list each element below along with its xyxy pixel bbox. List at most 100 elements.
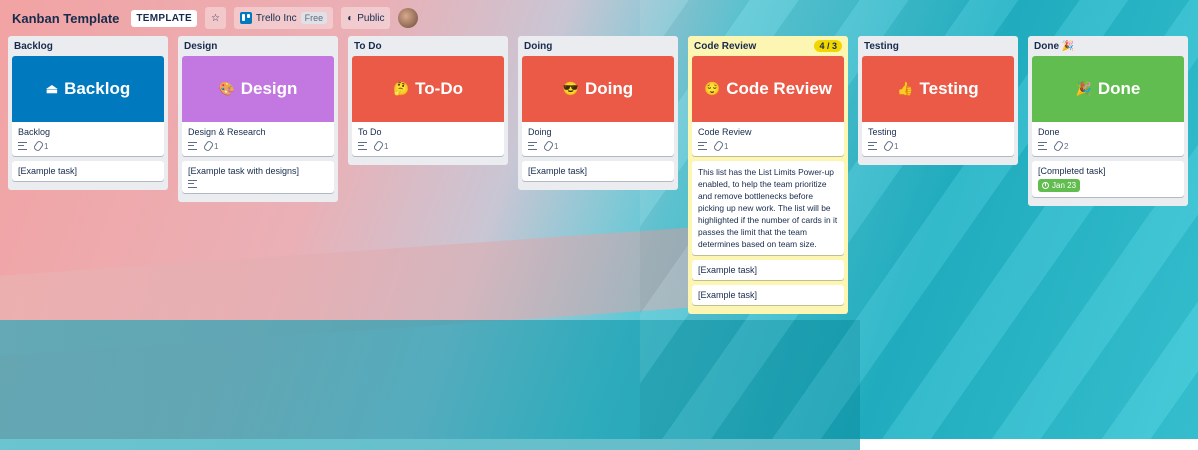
list-header[interactable]: Design bbox=[182, 36, 334, 56]
attachment-badge: 1 bbox=[372, 139, 388, 153]
description-card[interactable]: This list has the List Limits Power-up e… bbox=[692, 161, 844, 255]
list-header[interactable]: Done 🎉 bbox=[1032, 36, 1184, 56]
card-body: Testing 1 bbox=[862, 122, 1014, 156]
list-done: Done 🎉 🎉 Done Done 2 [Completed task] Jan 23 bbox=[1028, 36, 1188, 206]
attachment-badge: 2 bbox=[1052, 139, 1069, 153]
list-header[interactable]: Backlog bbox=[12, 36, 164, 56]
cover-card[interactable]: 🎨 Design Design & Research 1 bbox=[182, 56, 334, 156]
card-badges: 2 bbox=[1038, 139, 1178, 153]
attachment-count: 1 bbox=[214, 141, 219, 151]
cover-card[interactable]: 🎉 Done Done 2 bbox=[1032, 56, 1184, 156]
card-body: To Do 1 bbox=[352, 122, 504, 156]
list-title[interactable]: Doing bbox=[524, 41, 552, 52]
card-cover: 🎉 Done bbox=[1032, 56, 1184, 122]
attachment-badge: 1 bbox=[32, 139, 49, 153]
description-icon bbox=[868, 142, 877, 150]
cover-emoji-icon: 😎 bbox=[562, 81, 580, 96]
cover-card[interactable]: 🤔 To-Do To Do 1 bbox=[352, 56, 504, 156]
task-title: [Example task] bbox=[528, 166, 588, 176]
cover-card[interactable]: 😎 Doing Doing 1 bbox=[522, 56, 674, 156]
paperclip-icon bbox=[1052, 139, 1065, 153]
cover-emoji-icon: 🎨 bbox=[218, 81, 235, 96]
due-date: Jan 23 bbox=[1052, 181, 1077, 190]
paperclip-icon bbox=[712, 139, 725, 153]
card-title: Code Review bbox=[698, 127, 752, 137]
description-icon bbox=[18, 142, 27, 150]
task-title: [Example task] bbox=[698, 265, 758, 275]
cover-emoji-icon: 😌 bbox=[704, 81, 721, 96]
trello-icon bbox=[239, 12, 252, 24]
description-icon bbox=[188, 142, 197, 150]
card-body: [Completed task] Jan 23 bbox=[1032, 161, 1184, 197]
card-body: Design & Research 1 bbox=[182, 122, 334, 156]
task-card[interactable]: [Example task] bbox=[692, 260, 844, 280]
cover-title: Doing bbox=[585, 79, 634, 98]
attachment-count: 1 bbox=[44, 141, 49, 151]
description-text: This list has the List Limits Power-up e… bbox=[698, 167, 838, 249]
description-icon bbox=[528, 142, 537, 150]
attachment-badge: 1 bbox=[882, 139, 899, 153]
card-cover: 🤔 To-Do bbox=[352, 56, 504, 122]
card-body: [Example task] bbox=[12, 161, 164, 181]
attachment-badge: 1 bbox=[202, 139, 219, 153]
list-title[interactable]: Design bbox=[184, 41, 217, 52]
list-header[interactable]: Code Review 4 / 3 bbox=[692, 36, 844, 56]
visibility-button[interactable]: ◐ Public bbox=[341, 7, 391, 29]
list-title[interactable]: Backlog bbox=[14, 41, 53, 52]
star-button[interactable]: ☆ bbox=[204, 7, 226, 29]
cover-title: Testing bbox=[919, 79, 979, 98]
card-body: [Example task] bbox=[522, 161, 674, 181]
task-card[interactable]: [Completed task] Jan 23 bbox=[1032, 161, 1184, 197]
due-date-badge[interactable]: Jan 23 bbox=[1038, 179, 1081, 192]
list-header[interactable]: Testing bbox=[862, 36, 1014, 56]
avatar[interactable] bbox=[398, 8, 419, 28]
list-header[interactable]: Doing bbox=[522, 36, 674, 56]
description-icon bbox=[1038, 142, 1047, 150]
attachment-count: 1 bbox=[894, 141, 899, 151]
attachment-count: 2 bbox=[1064, 141, 1069, 151]
attachment-count: 1 bbox=[724, 141, 729, 151]
clock-icon bbox=[1042, 182, 1049, 189]
cover-title: Design bbox=[240, 79, 298, 98]
card-body: Done 2 bbox=[1032, 122, 1184, 156]
card-title: To Do bbox=[358, 127, 382, 137]
paperclip-icon bbox=[372, 139, 385, 153]
list-backlog: Backlog ⏏ Backlog Backlog 1 [Example task] bbox=[8, 36, 168, 190]
card-cover: 😌 Code Review bbox=[692, 56, 844, 122]
card-badges: 1 bbox=[698, 139, 838, 153]
card-cover: 🎨 Design bbox=[182, 56, 334, 122]
cover-card[interactable]: 😌 Code Review Code Review 1 bbox=[692, 56, 844, 156]
list-title[interactable]: To Do bbox=[354, 41, 382, 52]
card-body: Backlog 1 bbox=[12, 122, 164, 156]
list-title[interactable]: Testing bbox=[864, 41, 899, 52]
task-title: [Example task with designs] bbox=[188, 166, 300, 176]
paperclip-icon bbox=[882, 139, 895, 153]
board-title[interactable]: Kanban Template bbox=[12, 11, 119, 26]
list-title[interactable]: Code Review bbox=[694, 41, 756, 52]
workspace-button[interactable]: Trello Inc Free bbox=[233, 7, 334, 29]
workspace-name: Trello Inc bbox=[255, 12, 297, 24]
task-card[interactable]: [Example task] bbox=[12, 161, 164, 181]
attachment-badge: 1 bbox=[712, 139, 729, 153]
card-badges: 1 bbox=[358, 139, 498, 153]
globe-icon: ◐ bbox=[347, 12, 354, 24]
workspace-plan-badge: Free bbox=[300, 12, 328, 24]
card-body: Code Review 1 bbox=[692, 122, 844, 156]
task-card[interactable]: [Example task] bbox=[522, 161, 674, 181]
card-badges: 1 bbox=[18, 139, 158, 153]
task-title: [Example task] bbox=[698, 290, 758, 300]
cover-title: To-Do bbox=[415, 79, 464, 98]
task-card[interactable]: [Example task with designs] bbox=[182, 161, 334, 193]
cover-title: Backlog bbox=[64, 79, 131, 98]
cover-card[interactable]: ⏏ Backlog Backlog 1 bbox=[12, 56, 164, 156]
visibility-label: Public bbox=[357, 12, 385, 24]
paperclip-icon bbox=[202, 139, 215, 153]
board-header: Kanban Template TEMPLATE ☆ Trello Inc Fr… bbox=[0, 0, 1198, 36]
attachment-badge: 1 bbox=[542, 139, 558, 153]
cover-card[interactable]: 👍 Testing Testing 1 bbox=[862, 56, 1014, 156]
list-header[interactable]: To Do bbox=[352, 36, 504, 56]
task-card[interactable]: [Example task] bbox=[692, 285, 844, 305]
card-badges: 1 bbox=[868, 139, 1008, 153]
list-title[interactable]: Done 🎉 bbox=[1034, 41, 1074, 52]
description-icon bbox=[358, 142, 367, 150]
